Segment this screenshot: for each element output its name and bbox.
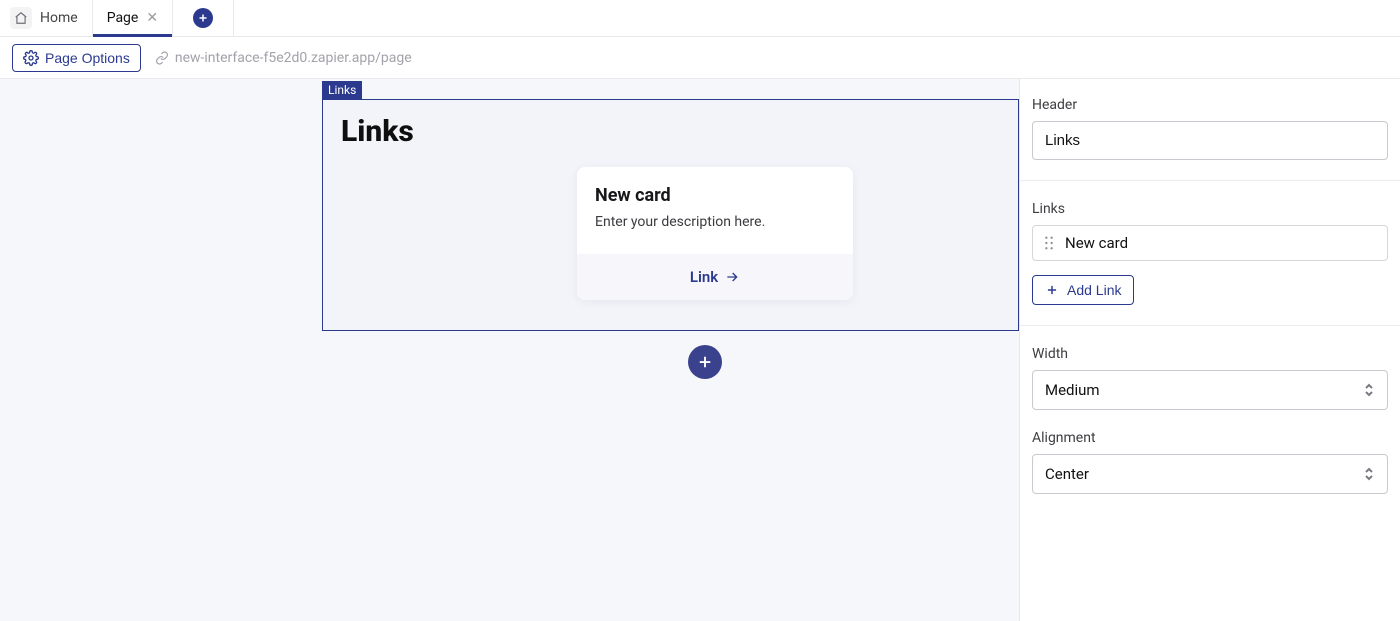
add-block-button[interactable] [688, 345, 722, 379]
chevron-up-down-icon [1363, 466, 1375, 482]
tab-home[interactable]: Home [0, 0, 93, 36]
card-title: New card [595, 185, 835, 206]
links-item[interactable]: New card [1032, 225, 1388, 261]
links-item-label: New card [1065, 234, 1128, 252]
card-description: Enter your description here. [595, 214, 835, 230]
card-link[interactable]: Link [690, 268, 740, 286]
divider [1020, 180, 1400, 181]
main-split: Links Links New card Enter your descript… [0, 79, 1400, 621]
chevron-up-down-icon [1363, 382, 1375, 398]
field-alignment: Alignment Center [1032, 430, 1388, 494]
field-links: Links New card Add Link [1032, 201, 1388, 305]
inspector-panel: Header Links New card [1020, 79, 1400, 621]
card-link-label: Link [690, 268, 718, 286]
toolbar: Page Options new-interface-f5e2d0.zapier… [0, 37, 1400, 79]
canvas[interactable]: Links Links New card Enter your descript… [0, 79, 1020, 621]
arrow-right-icon [724, 269, 740, 285]
page-url[interactable]: new-interface-f5e2d0.zapier.app/page [155, 50, 412, 66]
add-tab[interactable] [173, 0, 234, 36]
gear-icon [23, 50, 39, 66]
field-width: Width Medium [1032, 346, 1388, 410]
page-options-button[interactable]: Page Options [12, 44, 141, 72]
header-label: Header [1032, 97, 1388, 113]
page-options-label: Page Options [45, 50, 130, 66]
alignment-label: Alignment [1032, 430, 1388, 446]
page-url-text: new-interface-f5e2d0.zapier.app/page [175, 50, 412, 66]
home-icon [10, 7, 32, 29]
drag-handle-icon[interactable] [1043, 236, 1055, 250]
add-link-label: Add Link [1067, 282, 1121, 298]
close-tab-icon[interactable]: ✕ [146, 11, 158, 25]
alignment-select-value: Center [1045, 465, 1089, 483]
tab-page-label: Page [107, 10, 139, 26]
header-input[interactable] [1032, 121, 1388, 160]
alignment-select[interactable]: Center [1032, 454, 1388, 494]
width-label: Width [1032, 346, 1388, 362]
plus-icon [1045, 283, 1059, 297]
add-link-button[interactable]: Add Link [1032, 275, 1134, 305]
field-header: Header [1032, 97, 1388, 160]
link-card[interactable]: New card Enter your description here. Li… [577, 167, 853, 300]
plus-circle-icon [193, 8, 213, 28]
width-select[interactable]: Medium [1032, 370, 1388, 410]
card-footer: Link [577, 254, 853, 300]
links-block[interactable]: Links Links New card Enter your descript… [322, 99, 1019, 331]
divider [1020, 325, 1400, 326]
link-icon [155, 51, 169, 65]
tab-home-label: Home [40, 10, 78, 26]
card-body: New card Enter your description here. [577, 167, 853, 254]
tabbar: Home Page ✕ [0, 0, 1400, 37]
width-select-value: Medium [1045, 381, 1100, 399]
block-heading: Links [341, 114, 1002, 149]
links-label: Links [1032, 201, 1388, 217]
block-type-badge: Links [322, 81, 362, 99]
tab-page[interactable]: Page ✕ [93, 0, 173, 36]
